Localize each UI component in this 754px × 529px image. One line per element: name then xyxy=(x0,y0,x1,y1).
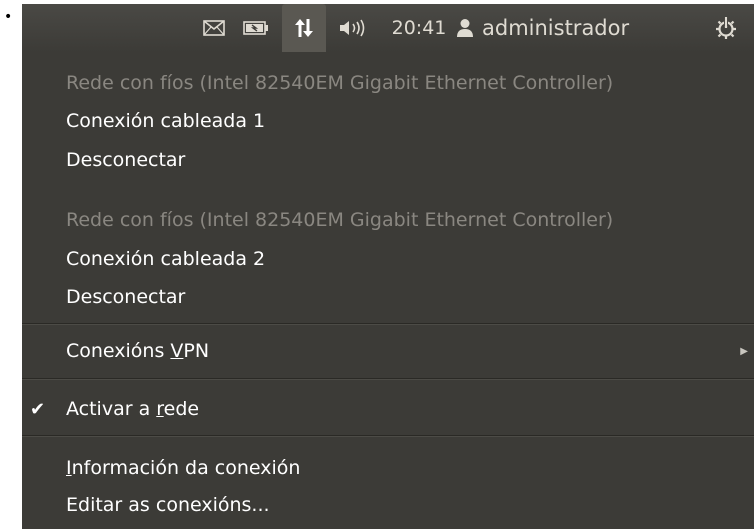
power-gear-icon xyxy=(716,17,736,39)
menu-header-label: Rede con fíos (Intel 82540EM Gigabit Eth… xyxy=(66,72,614,94)
submenu-arrow-icon: ▶ xyxy=(740,345,748,357)
menu-item-label: Desconectar xyxy=(66,149,186,171)
network-menu: Rede con fíos (Intel 82540EM Gigabit Eth… xyxy=(22,52,754,529)
menu-separator xyxy=(22,435,754,437)
menu-separator xyxy=(22,378,754,380)
mail-indicator[interactable] xyxy=(196,4,232,52)
user-menu[interactable]: administrador xyxy=(456,4,696,52)
menu-item-label: Información da conexión xyxy=(66,457,301,479)
top-panel: 20:41 administrador xyxy=(22,4,754,52)
menu-item-label: Activar a rede xyxy=(66,398,200,420)
battery-indicator[interactable] xyxy=(234,4,278,52)
menu-item-label: Conexións VPN xyxy=(66,340,210,362)
mnemonic-v: V xyxy=(170,340,184,362)
menu-item-wired-connection-1[interactable]: Conexión cableada 1 xyxy=(22,102,754,140)
envelope-icon xyxy=(203,20,225,36)
screenshot-area: 20:41 administrador Rede con fíos (Intel… xyxy=(22,4,754,529)
menu-item-label: Editar as conexións... xyxy=(66,494,270,516)
checkmark-icon: ✔ xyxy=(30,398,46,420)
menu-item-label: Conexión cableada 1 xyxy=(66,110,266,132)
list-bullet: • xyxy=(4,9,13,25)
clock[interactable]: 20:41 xyxy=(384,4,454,52)
menu-item-disconnect-1[interactable]: Desconectar xyxy=(22,141,754,179)
menu-item-edit-connections[interactable]: Editar as conexións... xyxy=(22,486,754,524)
network-indicator[interactable] xyxy=(282,4,326,52)
menu-item-disconnect-2[interactable]: Desconectar xyxy=(22,278,754,316)
menu-item-label: Conexión cableada 2 xyxy=(66,248,266,270)
menu-item-vpn-connections[interactable]: Conexións VPN ▶ xyxy=(22,332,754,370)
speaker-icon xyxy=(340,19,365,37)
battery-icon xyxy=(243,21,268,35)
session-menu[interactable] xyxy=(706,4,746,52)
menu-separator xyxy=(22,323,754,325)
mnemonic-r: r xyxy=(156,398,164,420)
user-name: administrador xyxy=(482,16,630,40)
menu-header-wired-2: Rede con fíos (Intel 82540EM Gigabit Eth… xyxy=(22,201,754,239)
page: • 20:41 administrador Rede con fíos (Int… xyxy=(0,0,754,529)
menu-header-wired-1: Rede con fíos (Intel 82540EM Gigabit Eth… xyxy=(22,64,754,102)
menu-item-wired-connection-2[interactable]: Conexión cableada 2 xyxy=(22,240,754,278)
network-updown-arrows-icon xyxy=(295,19,313,37)
sound-indicator[interactable] xyxy=(328,4,378,52)
menu-item-label: Desconectar xyxy=(66,286,186,308)
menu-header-label: Rede con fíos (Intel 82540EM Gigabit Eth… xyxy=(66,209,614,231)
menu-item-enable-networking[interactable]: ✔ Activar a rede xyxy=(22,390,754,428)
menu-item-connection-information[interactable]: Información da conexión xyxy=(22,449,754,487)
person-icon xyxy=(456,18,474,38)
